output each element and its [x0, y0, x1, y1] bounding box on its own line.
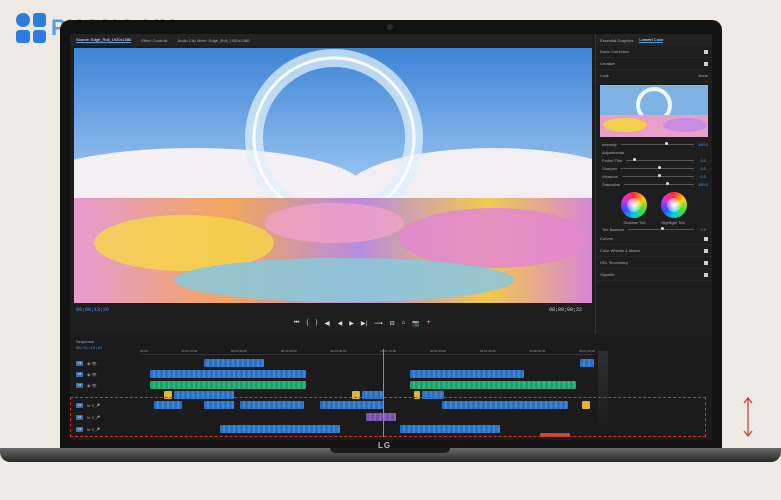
timeline-clip[interactable] — [150, 381, 306, 389]
slider-faded-film[interactable]: Faded Film 0.0 — [596, 156, 712, 164]
mark-in-icon[interactable]: { — [306, 320, 308, 327]
highlight-box — [70, 397, 706, 437]
checkbox-icon[interactable] — [704, 236, 708, 241]
insert-icon[interactable]: ⊟ — [390, 320, 395, 327]
lumetri-tabs: Essential Graphics Lumetri Color — [596, 34, 712, 46]
checkbox-icon[interactable] — [704, 248, 708, 253]
timeline-clip[interactable] — [410, 370, 524, 378]
editor-screen: Source: Edge_Roll_1920x1080 Effect Contr… — [70, 34, 712, 440]
slider-vibrance[interactable]: Vibrance 0.0 — [596, 172, 712, 180]
checkbox-icon[interactable] — [704, 272, 708, 277]
tab-essential-graphics[interactable]: Essential Graphics — [600, 38, 633, 43]
go-to-in-icon[interactable]: ⏮ — [294, 320, 299, 327]
tab-audio-mixer[interactable]: Audio Clip Mixer: Edge_Roll_1920x1080 — [178, 38, 250, 43]
slider-sharpen[interactable]: Sharpen 0.0 — [596, 164, 712, 172]
back-icon[interactable]: ◀ — [338, 320, 343, 327]
highlight-tint-label: Highlight Tint — [661, 220, 685, 225]
lumetri-panel: Essential Graphics Lumetri Color Basic C… — [595, 34, 712, 334]
track-header-v1[interactable]: V1 ◉ 👁 — [76, 381, 138, 390]
export-frame-icon[interactable]: 📷 — [412, 320, 419, 327]
slider-saturation[interactable]: Saturation 100.0 — [596, 180, 712, 188]
tab-source[interactable]: Source: Edge_Roll_1920x1080 — [76, 37, 132, 43]
look-select[interactable]: Look None — [596, 70, 712, 82]
shadow-tint-label: Shadow Tint — [623, 220, 646, 225]
step-forward-icon[interactable]: ▶| — [361, 320, 367, 327]
adjustments-header[interactable]: Adjustments — [596, 148, 712, 156]
timeline-clip[interactable] — [580, 359, 594, 367]
look-label: Look — [600, 73, 609, 78]
shadow-tint-wheel[interactable] — [621, 192, 647, 218]
tint-wheels — [596, 192, 712, 218]
dimension-arrow-icon — [743, 397, 753, 437]
section-vignette[interactable]: Vignette — [596, 269, 712, 281]
checkbox-icon[interactable] — [704, 49, 708, 54]
tab-lumetri-color[interactable]: Lumetri Color — [639, 37, 664, 43]
look-preview-thumbnail — [600, 85, 708, 137]
loop-icon[interactable]: ⟿ — [374, 320, 383, 327]
laptop-brand-logo: LG — [378, 441, 392, 450]
tab-effect-controls[interactable]: Effect Controls — [141, 38, 167, 43]
highlight-tint-wheel[interactable] — [661, 192, 687, 218]
slider-intensity[interactable]: Intensity 100.0 — [596, 140, 712, 148]
section-creative[interactable]: Creative — [596, 58, 712, 70]
overwrite-icon[interactable]: ⌂ — [402, 320, 406, 327]
track-header-v3[interactable]: V3 ◉ 👁 — [76, 359, 138, 368]
track-header-v2[interactable]: V2 ◉ 👁 — [76, 370, 138, 379]
program-monitor-preview — [74, 48, 592, 303]
add-button-icon[interactable]: + — [427, 320, 431, 327]
timeline-timecode[interactable]: 00;01;13;27 — [76, 347, 102, 351]
look-value[interactable]: None — [698, 73, 708, 78]
monitor-duration: 00;00;09;22 — [548, 307, 582, 313]
section-hsl-secondary[interactable]: HSL Secondary — [596, 257, 712, 269]
step-back-icon[interactable]: ◀| — [324, 320, 330, 327]
section-color-wheels[interactable]: Color Wheels & Match — [596, 245, 712, 257]
timeline-clip[interactable] — [150, 370, 306, 378]
section-basic-correction[interactable]: Basic Correction — [596, 46, 712, 58]
mark-out-icon[interactable]: } — [315, 320, 317, 327]
slider-tint-balance[interactable]: Tint Balance 0.0 — [596, 225, 712, 233]
timeline-title[interactable]: Sequence — [76, 339, 94, 344]
play-icon[interactable]: ▶ — [349, 320, 354, 327]
webcam-icon — [387, 24, 393, 30]
logo-mark-icon — [16, 13, 46, 43]
checkbox-icon[interactable] — [704, 61, 708, 66]
section-curves[interactable]: Curves — [596, 233, 712, 245]
timeline-clip[interactable] — [204, 359, 264, 367]
transport-controls: ⏮ { } ◀| ◀ ▶ ▶| ⟿ ⊟ ⌂ 📷 + — [294, 320, 430, 327]
monitor-timecode[interactable]: 00;00;13;20 — [76, 307, 109, 313]
timeline-clip[interactable] — [410, 381, 576, 389]
monitor-tabs: Source: Edge_Roll_1920x1080 Effect Contr… — [70, 34, 592, 46]
laptop-frame: Source: Edge_Roll_1920x1080 Effect Contr… — [60, 20, 722, 450]
time-ruler[interactable]: 00;00 00;00;15;00 00;00;30;00 00;00;45;0… — [140, 349, 595, 355]
checkbox-icon[interactable] — [704, 260, 708, 265]
monitor-controls: 00;00;13;20 00;00;09;22 ⏮ { } ◀| ◀ ▶ ▶| … — [70, 304, 592, 334]
